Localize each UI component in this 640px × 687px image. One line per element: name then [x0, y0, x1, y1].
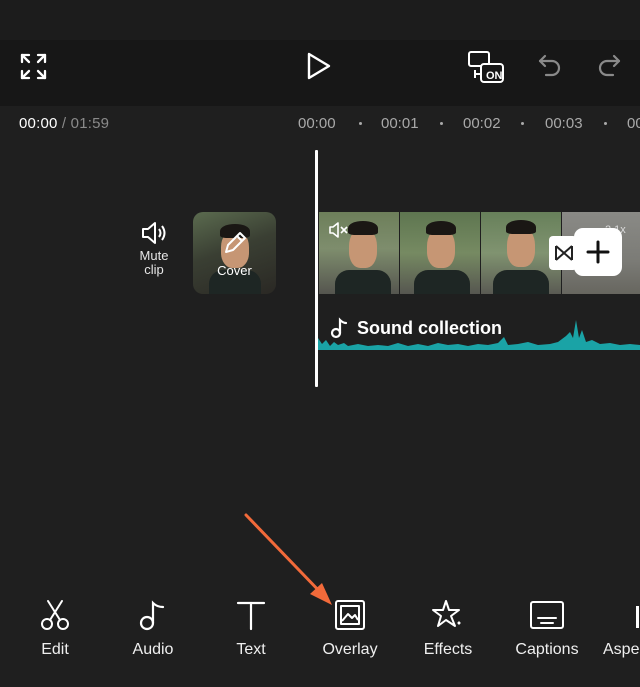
- audio-track-label: Sound collection: [357, 318, 503, 338]
- speaker-icon: [140, 220, 168, 246]
- tab-audio-label: Audio: [132, 641, 174, 658]
- playhead[interactable]: [315, 150, 318, 387]
- tab-captions[interactable]: Captions: [502, 598, 592, 659]
- redo-icon[interactable]: [596, 53, 622, 79]
- tab-effects[interactable]: Effects: [403, 598, 493, 659]
- annotation-arrow: [244, 513, 332, 605]
- cover-button[interactable]: Cover: [193, 212, 276, 294]
- ruler-mark: 00:01: [381, 115, 419, 132]
- status-strip: [0, 0, 640, 40]
- time-readout: 00:00 / 01:59: [19, 115, 109, 132]
- tab-effects-label: Effects: [423, 641, 473, 658]
- tab-overlay[interactable]: Overlay: [305, 598, 395, 659]
- overlay-icon: [333, 598, 367, 632]
- tab-overlay-label: Overlay: [322, 641, 378, 658]
- ruler-dot: [604, 122, 607, 125]
- add-clip-button[interactable]: [574, 228, 622, 276]
- ruler-dot: [359, 122, 362, 125]
- pencil-icon: [222, 230, 248, 256]
- play-icon[interactable]: [306, 52, 332, 80]
- tab-text-label: Text: [236, 641, 266, 658]
- frame-hair: [506, 220, 536, 234]
- total-time: 01:59: [70, 115, 110, 132]
- music-note-icon: [136, 598, 170, 632]
- time-separator: /: [57, 115, 71, 132]
- captions-icon: [529, 598, 565, 632]
- text-icon: [234, 598, 268, 632]
- tab-audio[interactable]: Audio: [108, 598, 198, 659]
- tab-aspect[interactable]: Aspe: [598, 598, 640, 659]
- ruler-mark: 00:03: [545, 115, 583, 132]
- ruler-mark: 00:0: [627, 115, 640, 132]
- ruler-mark: 00:00: [298, 115, 336, 132]
- cover-label: Cover: [217, 263, 252, 278]
- mute-clip-button[interactable]: Mute clip: [130, 220, 178, 277]
- frame-shirt: [335, 270, 391, 294]
- current-time: 00:00: [19, 115, 58, 132]
- ruler-mark: 00:02: [463, 115, 501, 132]
- ruler-dot: [521, 122, 524, 125]
- tab-aspect-label: Aspe: [603, 641, 640, 658]
- ruler-dot: [440, 122, 443, 125]
- frame-shirt: [414, 270, 470, 294]
- frame-hair: [348, 221, 378, 235]
- clip-muted-icon: [329, 222, 349, 238]
- transition-button[interactable]: [549, 236, 577, 270]
- mute-clip-label-line1: Mute: [139, 248, 169, 263]
- aspect-ratio-icon: [636, 598, 640, 632]
- tab-captions-label: Captions: [515, 641, 579, 658]
- scissors-icon: [38, 598, 72, 632]
- fullscreen-expand-icon[interactable]: [20, 53, 47, 80]
- tab-edit-label: Edit: [41, 641, 69, 658]
- tab-edit[interactable]: Edit: [10, 598, 100, 659]
- undo-icon[interactable]: [537, 53, 563, 79]
- frame-shirt: [493, 270, 549, 294]
- mute-clip-label-line2: clip: [144, 262, 164, 277]
- top-toolbar: ON: [0, 40, 640, 106]
- clip-frame: [400, 212, 480, 294]
- transition-icon: [554, 244, 574, 262]
- music-note-small-icon: [330, 317, 348, 339]
- plus-icon: [586, 240, 610, 264]
- frame-hair: [426, 221, 456, 235]
- tab-text[interactable]: Text: [206, 598, 296, 659]
- effects-star-icon: [431, 598, 465, 632]
- toggle-on-badge: ON: [486, 70, 503, 82]
